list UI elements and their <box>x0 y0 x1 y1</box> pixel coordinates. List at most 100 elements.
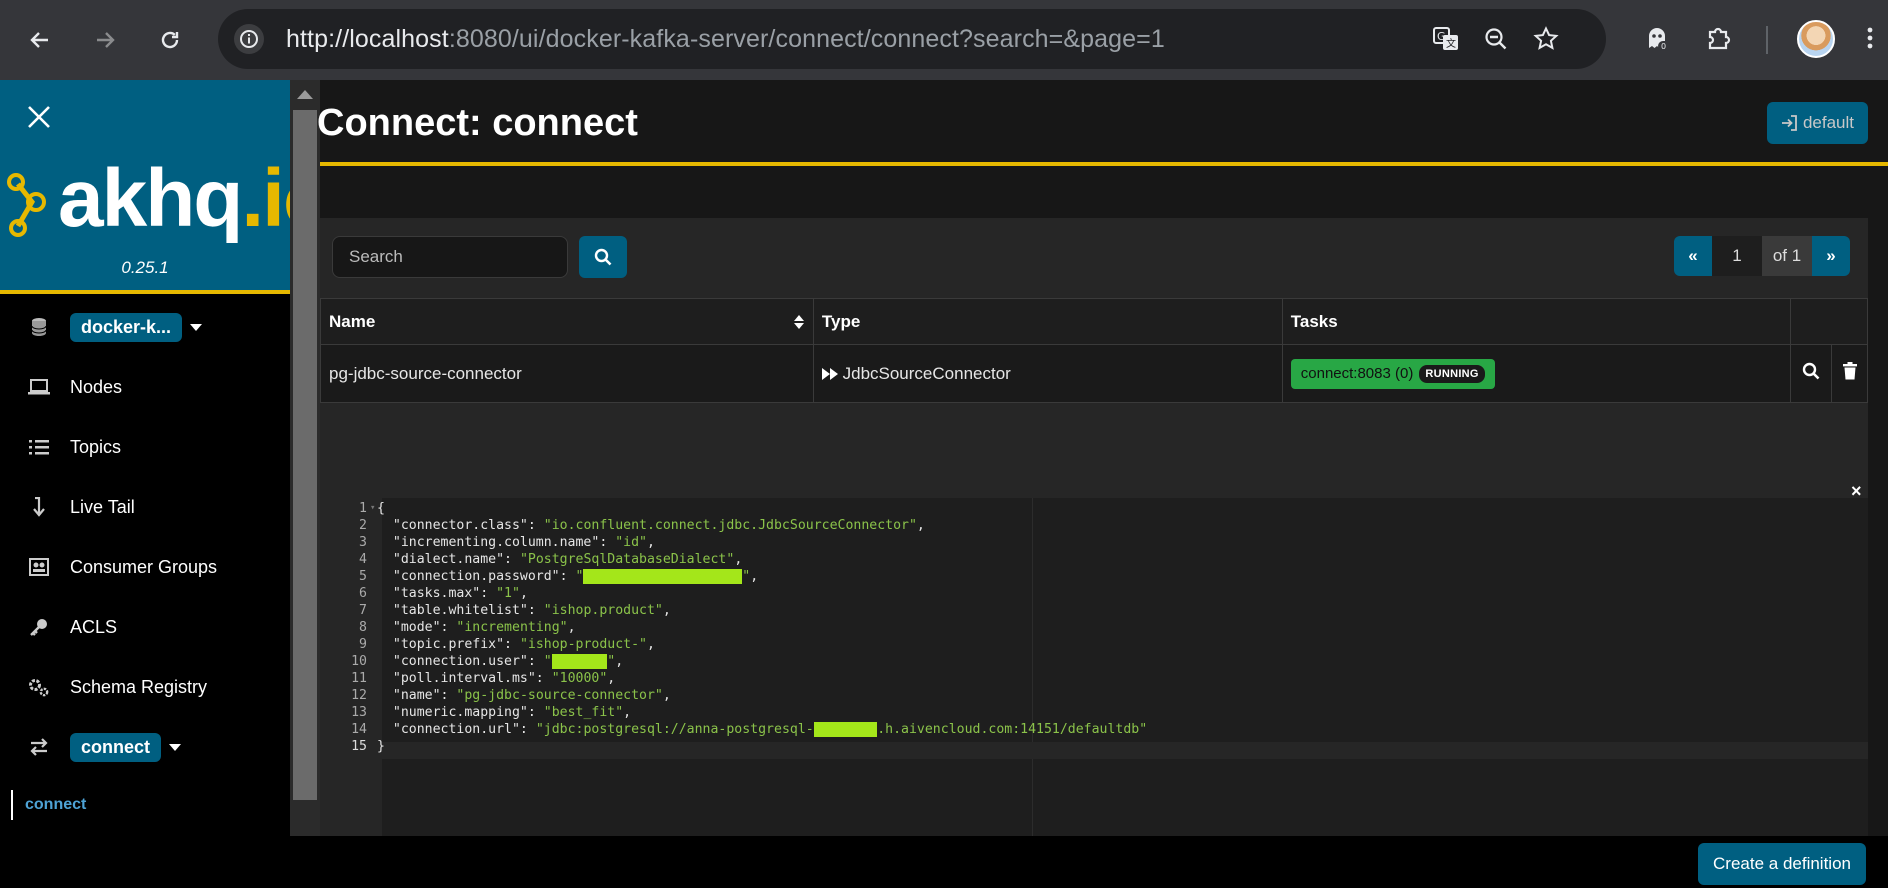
sidebar-item-label: Consumer Groups <box>70 556 218 577</box>
code-text: } <box>377 739 385 754</box>
delete-action[interactable] <box>1831 344 1868 403</box>
redacted-value: xxxxxxxx <box>813 722 878 737</box>
column-header-tasks: Tasks <box>1281 298 1792 345</box>
sort-icon[interactable] <box>793 314 805 330</box>
app-version: 0.25.1 <box>121 258 169 277</box>
page-number-input[interactable]: 1 <box>1712 236 1762 276</box>
sidebar-item-label: ACLS <box>70 616 118 637</box>
sidebar-item-topics[interactable]: Topics <box>0 422 290 472</box>
default-button[interactable]: default <box>1766 102 1868 144</box>
profile-avatar[interactable] <box>1797 20 1835 58</box>
column-header-actions <box>1790 298 1868 345</box>
toolbar-separator <box>1766 26 1768 54</box>
more-menu-icon[interactable] <box>1860 18 1880 58</box>
sidebar-item-nodes[interactable]: Nodes <box>0 362 290 412</box>
editor-active-line <box>382 742 1868 759</box>
extensions-puzzle-icon[interactable] <box>1699 18 1739 58</box>
line-number: 9 <box>359 637 367 652</box>
line-number: 7 <box>359 603 367 618</box>
code-text: "mode": "incrementing", <box>377 620 576 635</box>
sidebar-item-live-tail[interactable]: Live Tail <box>0 482 290 532</box>
close-sidebar-icon[interactable] <box>22 100 56 134</box>
code-text: "incrementing.column.name": "id", <box>377 535 655 550</box>
line-number: 1 <box>359 501 367 516</box>
pagination: « 1 of 1 » <box>1674 236 1850 276</box>
table-row[interactable]: pg-jdbc-source-connector JdbcSourceConne… <box>320 344 1868 403</box>
search-icon[interactable] <box>1802 362 1820 380</box>
consumer-groups-icon <box>26 554 52 580</box>
connector-config-editor[interactable]: 1 ▾{2 "connector.class": "io.confluent.co… <box>325 498 1868 836</box>
fold-toggle-icon[interactable]: ▾ <box>370 500 375 517</box>
trash-icon[interactable] <box>1842 362 1858 380</box>
connector-type: JdbcSourceConnector <box>812 344 1283 403</box>
footer-bar <box>0 836 1888 888</box>
chevron-down-icon[interactable] <box>190 323 203 331</box>
connect-name[interactable]: connect <box>70 732 162 762</box>
sidebar-item-acls[interactable]: ACLS <box>0 602 290 652</box>
cluster-name[interactable]: docker-k... <box>70 312 183 342</box>
line-number: 4 <box>359 552 367 567</box>
laptop-icon <box>26 374 52 400</box>
line-number: 8 <box>359 620 367 635</box>
cluster-selector[interactable]: docker-k... <box>0 302 290 352</box>
page-header: Connect: connect default <box>317 80 1888 166</box>
line-number: 6 <box>359 586 367 601</box>
redacted-value: xxxxxxxxxxxxxxxxxxxx <box>583 569 743 584</box>
prev-page-button[interactable]: « <box>1674 236 1712 276</box>
translate-icon[interactable]: G文 <box>1430 23 1462 55</box>
reload-button[interactable] <box>150 20 190 60</box>
forward-button[interactable] <box>85 20 125 60</box>
sidebar-sub-item-connect[interactable]: connect <box>11 790 86 820</box>
sidebar-item-consumer-groups[interactable]: Consumer Groups <box>0 542 290 592</box>
browser-toolbar: http://localhost:8080/ui/docker-kafka-se… <box>0 0 1888 80</box>
next-page-button[interactable]: » <box>1812 236 1850 276</box>
code-text: { <box>377 501 385 516</box>
line-number: 14 <box>351 722 367 737</box>
ghostery-extension-icon[interactable]: 0 <box>1637 18 1677 58</box>
column-header-name[interactable]: Name <box>320 298 814 345</box>
code-text: "numeric.mapping": "best_fit", <box>377 705 632 720</box>
code-text: "connection.password": "xxxxxxxxxxxxxxxx… <box>377 569 759 584</box>
extension-badge: 0 <box>1661 42 1666 51</box>
sidebar-item-label: Nodes <box>70 376 123 397</box>
line-number: 3 <box>359 535 367 550</box>
key-icon <box>26 614 52 640</box>
arrow-right-icon <box>97 32 115 48</box>
address-bar[interactable]: http://localhost:8080/ui/docker-kafka-se… <box>218 9 1606 69</box>
connector-name[interactable]: pg-jdbc-source-connector <box>320 344 814 403</box>
back-button[interactable] <box>20 20 60 60</box>
site-info-icon[interactable] <box>234 24 264 54</box>
arrow-down-icon <box>26 494 52 520</box>
exchange-icon <box>26 734 52 760</box>
sidebar-item-schema-registry[interactable]: Schema Registry <box>0 662 290 712</box>
bookmark-star-icon[interactable] <box>1530 23 1562 55</box>
connector-type-label: JdbcSourceConnector <box>842 363 1011 383</box>
code-text: "tasks.max": "1", <box>377 586 528 601</box>
line-number: 12 <box>351 688 367 703</box>
chevron-down-icon[interactable] <box>169 743 182 751</box>
code-text: "poll.interval.ms": "10000", <box>377 671 616 686</box>
gears-icon <box>26 674 52 700</box>
code-text: "connection.url": "jdbc:postgresql://ann… <box>377 722 1148 737</box>
connector-tasks: connect:8083 (0) RUNNING <box>1281 344 1792 403</box>
main-content: Connect: connect default Search « 1 of 1… <box>317 80 1888 836</box>
create-definition-button[interactable]: Create a definition <box>1698 843 1866 885</box>
zoom-out-icon[interactable] <box>1480 23 1512 55</box>
search-input[interactable]: Search <box>332 236 568 278</box>
code-text: "dialect.name": "PostgreSqlDatabaseDiale… <box>377 552 743 567</box>
connectors-panel: Search « 1 of 1 » Name Type Tasks pg-jdb… <box>320 218 1868 836</box>
sidebar-scrollbar-thumb[interactable] <box>293 110 317 800</box>
arrow-left-icon <box>30 32 48 48</box>
view-action[interactable] <box>1790 344 1832 403</box>
column-header-type: Type <box>812 298 1283 345</box>
code-text: "connector.class": "io.confluent.connect… <box>377 518 925 533</box>
line-number: 2 <box>359 518 367 533</box>
forward-icon <box>821 367 838 380</box>
url-text[interactable]: http://localhost:8080/ui/docker-kafka-se… <box>286 25 1165 54</box>
connect-selector[interactable]: connect <box>0 722 290 772</box>
scroll-up-arrow-icon[interactable] <box>297 90 313 99</box>
sidebar-item-label: Schema Registry <box>70 676 208 697</box>
search-button[interactable] <box>579 236 627 278</box>
sidebar: akhq.io 0.25.1 docker-k... Nodes Topics … <box>0 80 333 836</box>
close-editor-icon[interactable]: × <box>1851 481 1864 502</box>
